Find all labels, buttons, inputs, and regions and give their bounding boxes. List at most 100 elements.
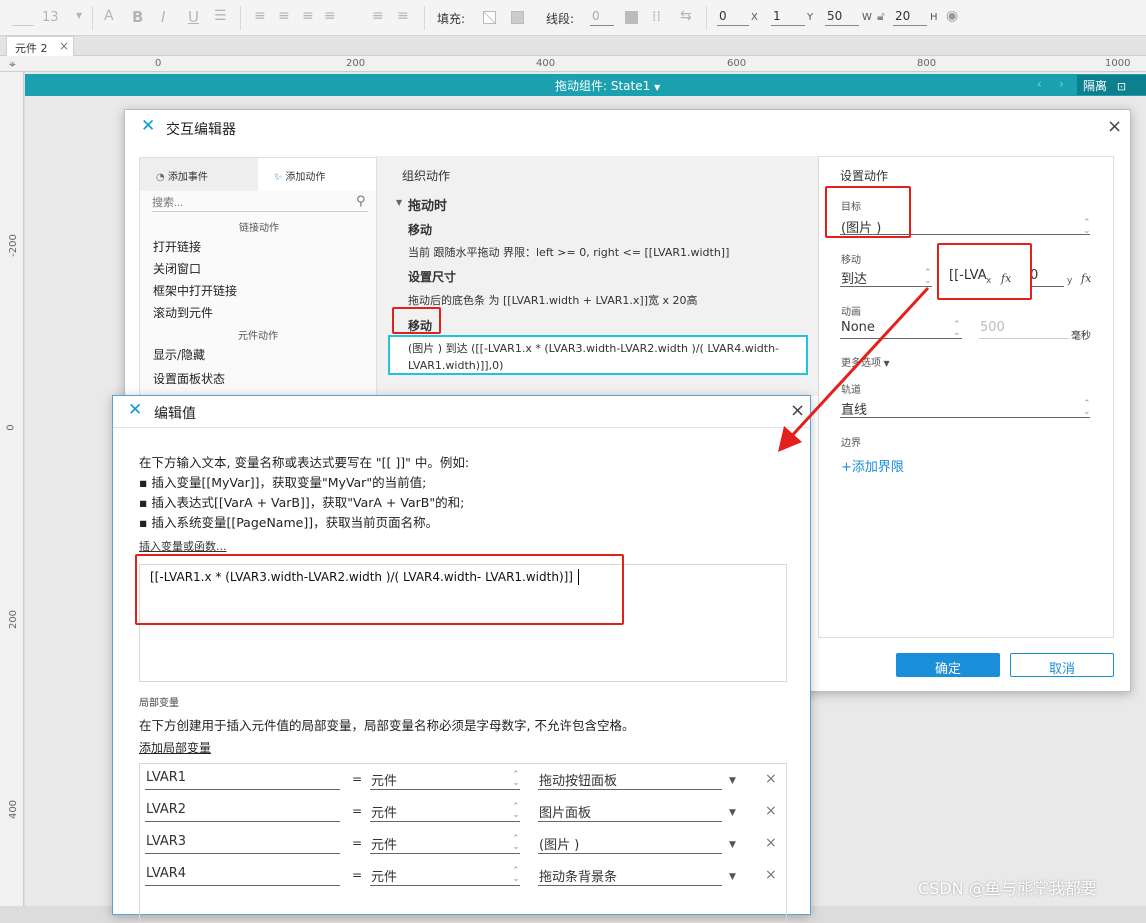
- horizontal-ruler: ⌖ 0 200 400 600 800 1000: [0, 56, 1146, 72]
- spinner-icon[interactable]: ⌃ ⌄: [512, 771, 520, 788]
- var-type-select[interactable]: 元件: [371, 834, 397, 853]
- var-target-select[interactable]: (图片 ): [539, 834, 579, 853]
- var-name-input[interactable]: LVAR2: [146, 802, 186, 817]
- align-right-icon[interactable]: ≡: [302, 8, 314, 24]
- var-type-select[interactable]: 元件: [371, 770, 397, 789]
- aspect-lock-icon[interactable]: 🔓︎: [877, 9, 885, 24]
- prev-state-icon[interactable]: ‹: [1037, 77, 1042, 91]
- tab-add-event[interactable]: ◔ 添加事件: [140, 158, 258, 191]
- var-type-underline: [370, 853, 520, 854]
- spinner-icon[interactable]: ⌃ ⌄: [1083, 219, 1091, 236]
- var-type-select[interactable]: 元件: [371, 866, 397, 885]
- duration-input[interactable]: 500: [980, 320, 1005, 335]
- height-input[interactable]: 20: [893, 9, 927, 26]
- close-icon[interactable]: ×: [1107, 116, 1122, 137]
- spinner-icon[interactable]: ⌃ ⌄: [512, 803, 520, 820]
- delete-icon[interactable]: ×: [765, 803, 777, 819]
- dropdown-arrow-icon[interactable]: ▼: [729, 776, 736, 786]
- align-left-icon[interactable]: ≡: [254, 8, 266, 24]
- action-open-in-frame[interactable]: 框架中打开链接: [153, 282, 237, 299]
- local-variables-desc: 在下方创建用于插入元件值的局部变量，局部变量名称必须是字母数字, 不允许包含空格…: [139, 718, 635, 733]
- font-style-dropdown[interactable]: [12, 6, 34, 26]
- font-size-value[interactable]: 13: [42, 10, 59, 25]
- action-move-title[interactable]: 移动: [408, 221, 432, 238]
- event-drag[interactable]: 拖动时: [408, 195, 447, 214]
- tab-close-icon[interactable]: ×: [59, 39, 69, 53]
- var-name-input[interactable]: LVAR3: [146, 834, 186, 849]
- ok-button[interactable]: 确定: [896, 653, 1000, 677]
- collapse-caret-icon[interactable]: ▼: [396, 198, 402, 207]
- action-move-desc[interactable]: 当前 跟随水平拖动 界限：left >= 0, right <= [[LVAR1…: [408, 244, 729, 260]
- stroke-pattern-icon[interactable]: ⁞⁞: [652, 9, 661, 25]
- tab-widget-2[interactable]: 元件 2 ×: [6, 36, 74, 56]
- dropdown-arrow-icon[interactable]: ▼: [729, 872, 736, 882]
- width-input[interactable]: 50: [825, 9, 859, 26]
- w-unit-label: W: [862, 12, 872, 23]
- var-name-input[interactable]: LVAR1: [146, 770, 186, 785]
- fill-color-swatch[interactable]: [483, 11, 496, 24]
- align-center-icon[interactable]: ≡: [278, 8, 290, 24]
- var-type-select[interactable]: 元件: [371, 802, 397, 821]
- spinner-icon[interactable]: ⌃ ⌄: [512, 835, 520, 852]
- action-resize-desc[interactable]: 拖动后的底色条 为 [[LVAR1.width + LVAR1.x]]宽 x 2…: [408, 292, 698, 308]
- format-toolbar: 13 ▼ A B I U ☰ ≡ ≡ ≡ ≡ ≡ ≡ 填充: 线段: 0 ⁞⁞ …: [0, 0, 1146, 36]
- var-name-input[interactable]: LVAR4: [146, 866, 186, 881]
- dropdown-arrow-icon[interactable]: ▼: [729, 840, 736, 850]
- var-target-select[interactable]: 图片面板: [539, 802, 591, 821]
- bullet-list-icon[interactable]: ☰: [214, 8, 227, 24]
- delete-icon[interactable]: ×: [765, 835, 777, 851]
- isolate-button[interactable]: 隔离 ⊡: [1077, 75, 1146, 95]
- y-position-input[interactable]: 1: [771, 9, 805, 26]
- ruler-label: 400: [536, 58, 556, 69]
- equals-sign: =: [352, 772, 363, 786]
- stroke-width-input[interactable]: 0: [590, 9, 614, 26]
- action-resize-title[interactable]: 设置尺寸: [408, 268, 456, 285]
- align-justify-icon[interactable]: ≡: [324, 8, 336, 24]
- valign-bottom-icon[interactable]: ≡: [397, 8, 409, 24]
- italic-icon[interactable]: I: [161, 8, 165, 26]
- var-name-underline: [145, 821, 340, 822]
- x-position-input[interactable]: 0: [717, 9, 749, 26]
- var-target-select[interactable]: 拖动按钮面板: [539, 770, 617, 789]
- next-state-icon[interactable]: ›: [1059, 77, 1064, 91]
- spinner-icon[interactable]: ⌃ ⌄: [512, 867, 520, 884]
- var-target-select[interactable]: 拖动条背景条: [539, 866, 617, 885]
- underline-icon[interactable]: U: [188, 8, 199, 26]
- action-open-link[interactable]: 打开链接: [153, 238, 201, 255]
- dropdown-arrow-icon[interactable]: ▼: [729, 808, 736, 818]
- var-type-underline: [370, 885, 520, 886]
- action-scroll-to-widget[interactable]: 滚动到元件: [153, 304, 213, 321]
- insert-variable-link[interactable]: 插入变量或函数...: [139, 538, 227, 554]
- bold-icon[interactable]: B: [132, 8, 143, 26]
- stroke-color-swatch[interactable]: [625, 11, 638, 24]
- action-close-window[interactable]: 关闭窗口: [153, 260, 201, 277]
- font-size-dropdown-icon[interactable]: ▼: [76, 11, 82, 20]
- fill-style-icon[interactable]: [511, 11, 524, 24]
- tab-add-event-label: 添加事件: [167, 172, 208, 183]
- cancel-button[interactable]: 取消: [1010, 653, 1114, 677]
- visibility-eye-icon[interactable]: ◉: [946, 8, 958, 24]
- delete-icon[interactable]: ×: [765, 867, 777, 883]
- spinner-icon[interactable]: ⌃ ⌄: [953, 321, 961, 338]
- arrow-style-icon[interactable]: ⇆: [680, 8, 692, 24]
- bullet-system-variable: ▪ 插入系统变量[[PageName]]，获取当前页面名称。: [139, 515, 439, 530]
- state-edit-bar: 拖动组件: State1 ▼ ‹ › 隔离 ⊡: [25, 74, 1146, 96]
- ruler-label: 0: [5, 424, 17, 431]
- action-show-hide[interactable]: 显示/隐藏: [153, 346, 205, 363]
- fx-icon[interactable]: fx: [1081, 272, 1091, 285]
- state-selector[interactable]: 拖动组件: State1 ▼: [555, 77, 660, 94]
- dialog-title: 交互编辑器: [166, 122, 236, 138]
- isolate-label: 隔离: [1083, 79, 1108, 93]
- add-local-variable-link[interactable]: 添加局部变量: [139, 739, 211, 756]
- action-set-panel-state[interactable]: 设置面板状态: [153, 370, 225, 387]
- var-name-underline: [145, 885, 340, 886]
- spinner-icon[interactable]: ⌃ ⌄: [1083, 400, 1091, 417]
- font-color-icon[interactable]: A: [104, 8, 114, 24]
- ms-label: 毫秒: [1071, 331, 1091, 342]
- valign-middle-icon[interactable]: ≡: [372, 8, 384, 24]
- highlight-box: [937, 243, 1032, 300]
- fill-label: 填充:: [437, 12, 466, 26]
- delete-icon[interactable]: ×: [765, 771, 777, 787]
- tab-add-action[interactable]: ✨︎ 添加动作: [258, 158, 378, 191]
- action-search-input[interactable]: [152, 194, 368, 212]
